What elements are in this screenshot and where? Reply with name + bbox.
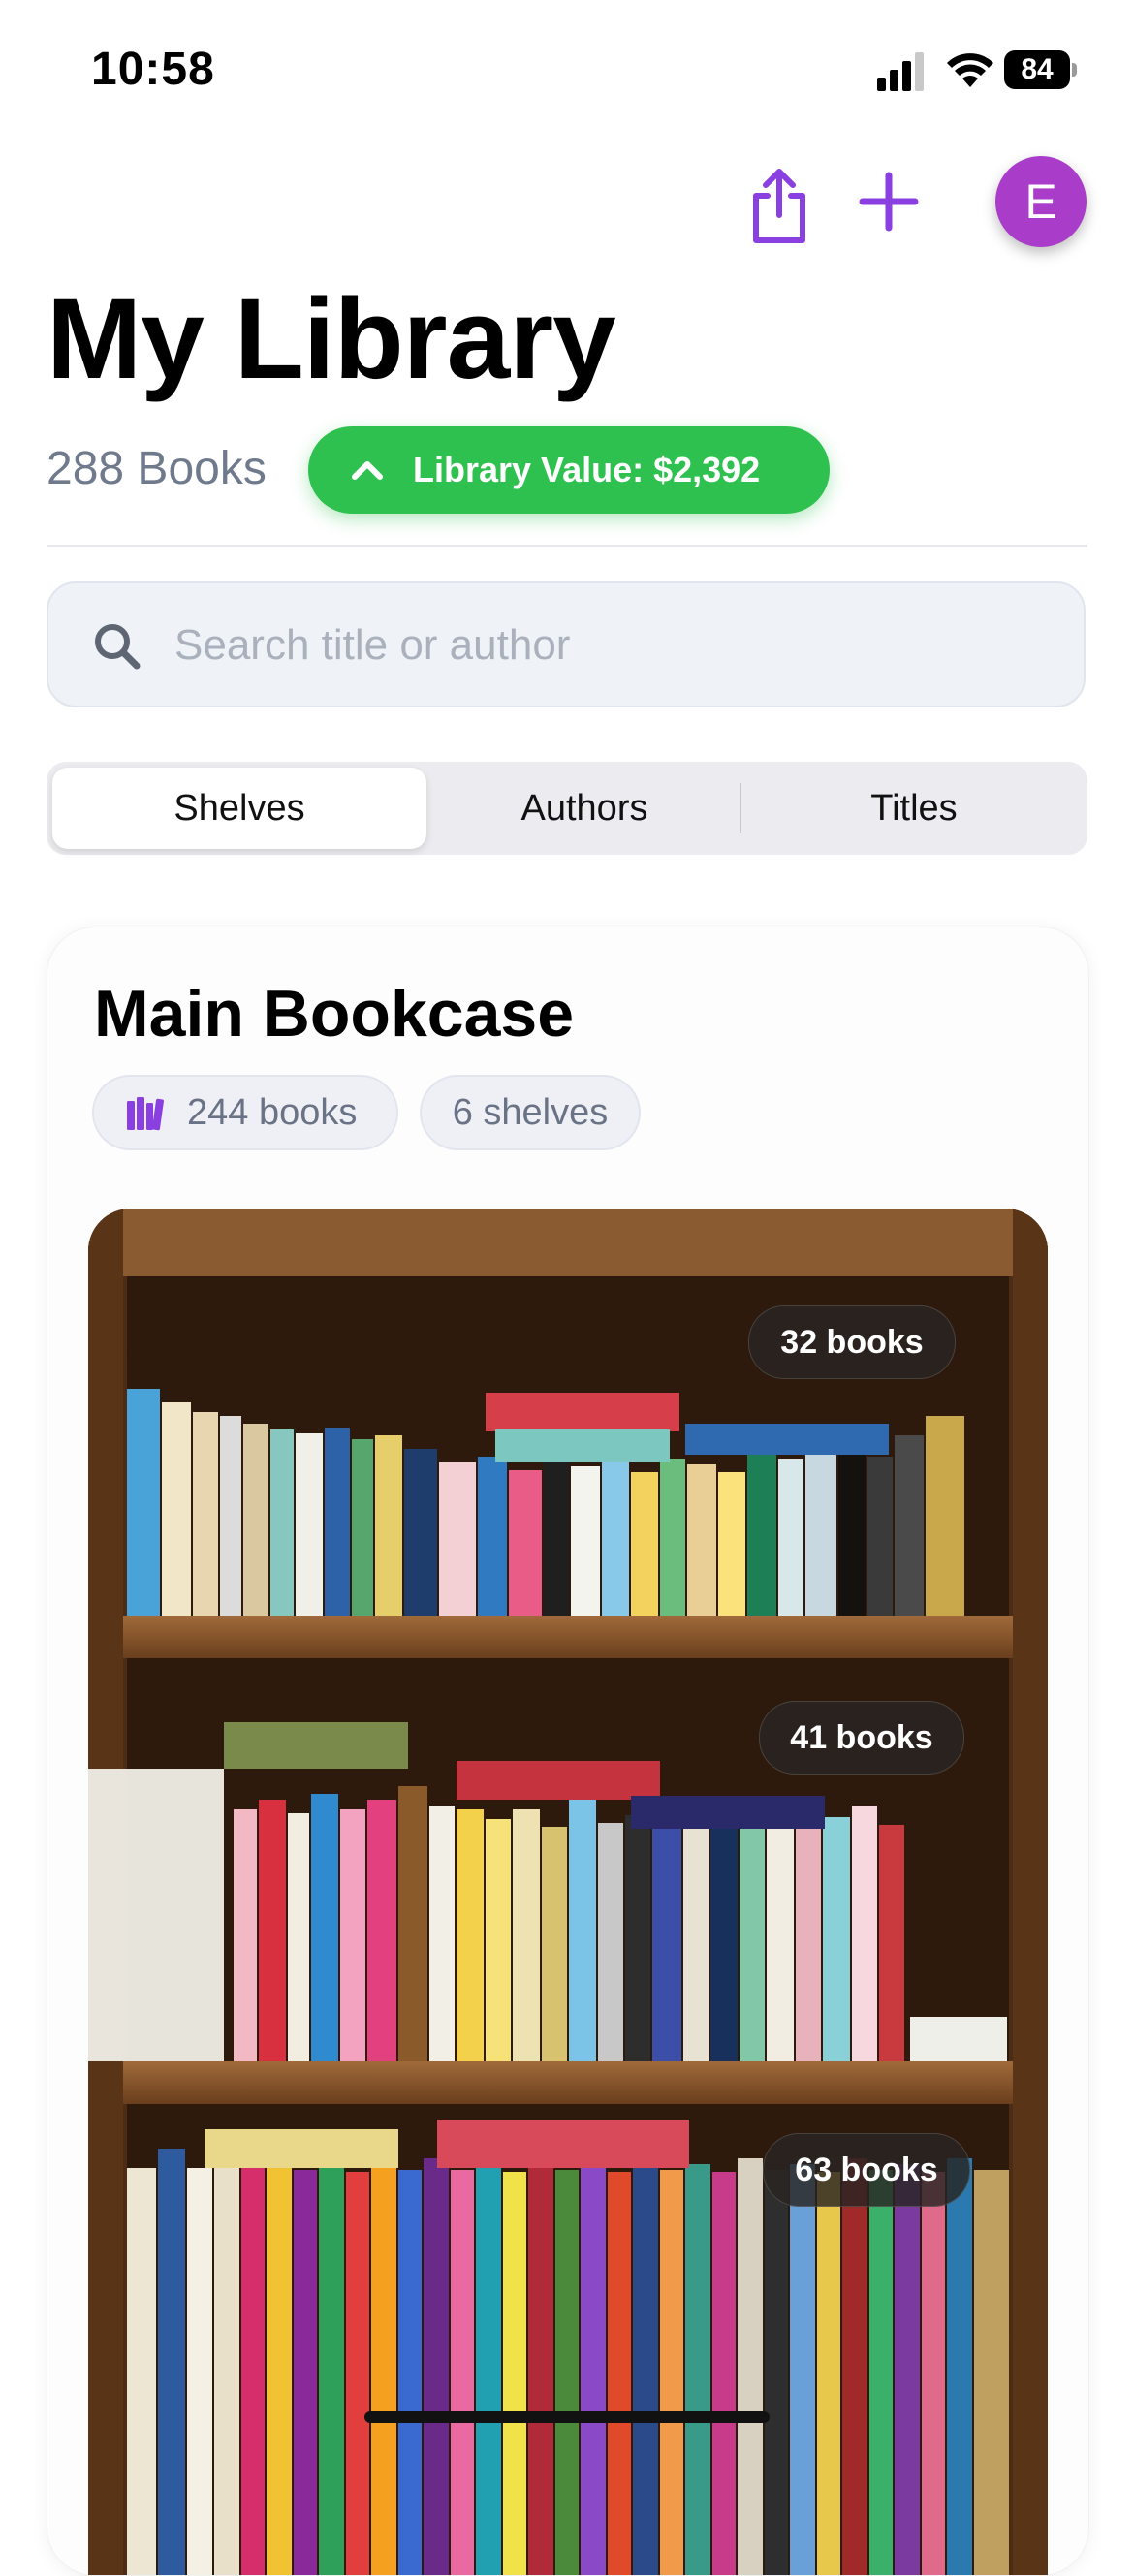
books-icon [127, 1097, 164, 1131]
status-time: 10:58 [91, 44, 215, 95]
view-segmented-control: Shelves Authors Titles [47, 762, 1087, 855]
bookcase-title: Main Bookcase [94, 977, 575, 1051]
tab-authors[interactable]: Authors [434, 768, 735, 849]
bookcase-card[interactable]: Main Bookcase 244 books 6 shelves 32 boo… [47, 927, 1089, 2576]
tab-titles[interactable]: Titles [746, 768, 1082, 849]
shelf-count-badge: 63 books [763, 2133, 970, 2207]
plus-icon[interactable] [858, 171, 920, 233]
library-value-label: Library Value: $2,392 [413, 450, 761, 489]
book-count: 288 Books [47, 443, 267, 494]
wifi-icon [947, 53, 993, 87]
battery-icon: 84 [1004, 50, 1078, 91]
books-count-label: 244 books [187, 1091, 358, 1133]
divider [47, 545, 1087, 547]
books-count-chip: 244 books [92, 1075, 398, 1150]
shelf-count-badge: 32 books [748, 1305, 956, 1379]
tab-shelves[interactable]: Shelves [52, 768, 426, 849]
segment-separator [740, 783, 741, 833]
home-indicator [364, 2411, 770, 2423]
search-bar[interactable] [47, 581, 1086, 707]
search-icon [95, 624, 141, 670]
search-input[interactable] [173, 583, 1049, 707]
status-bar: 10:58 84 [0, 0, 1134, 136]
shelves-count-chip: 6 shelves [420, 1075, 641, 1150]
chevron-up-icon [352, 461, 383, 480]
cellular-signal-icon [877, 52, 924, 91]
bookcase-illustration [88, 1209, 1048, 2575]
page-title: My Library [47, 275, 616, 403]
share-icon[interactable] [746, 167, 812, 246]
battery-level: 84 [1004, 50, 1070, 89]
avatar[interactable]: E [995, 156, 1087, 247]
library-value-button[interactable]: Library Value: $2,392 [308, 426, 830, 514]
bookcase-photo[interactable]: 32 books 41 books 63 books [88, 1209, 1048, 2575]
shelf-count-badge: 41 books [759, 1701, 964, 1775]
